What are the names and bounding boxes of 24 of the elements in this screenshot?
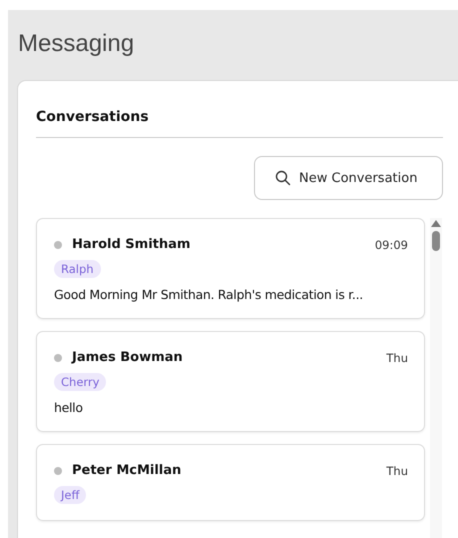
scrollbar-thumb[interactable] [432,231,440,251]
contact-name: James Bowman [72,350,184,365]
status-dot [54,466,62,474]
conversation-card[interactable]: Peter McMillan Thu Jeff [36,444,425,521]
search-icon [275,170,291,186]
conversation-card[interactable]: James Bowman Thu Cherry hello [36,331,425,432]
scrollbar[interactable] [430,218,442,538]
status-dot [54,354,62,362]
message-time: 09:09 [374,238,408,252]
panel-heading: Conversations [36,108,150,127]
contact-name: Harold Smitham [72,237,192,252]
new-conversation-button[interactable]: New Conversation [254,156,443,200]
pet-tag: Ralph [54,260,101,278]
scroll-up-arrow-icon[interactable] [431,220,441,227]
message-time: Thu [386,464,408,478]
pet-tag: Cherry [54,373,106,391]
contact-name: Peter McMillan [72,463,182,478]
message-time: Thu [386,350,408,364]
status-dot [54,240,62,248]
pet-tag: Jeff [54,486,86,504]
message-preview: hello [54,400,84,415]
page-title: Messaging [17,29,136,59]
conversation-card[interactable]: Harold Smitham 09:09 Ralph Good Morning Mr Smithan. Ralph's medication is r... [36,218,425,319]
message-preview: Good Morning Mr Smithan. Ralph's medication is r... [54,287,364,302]
